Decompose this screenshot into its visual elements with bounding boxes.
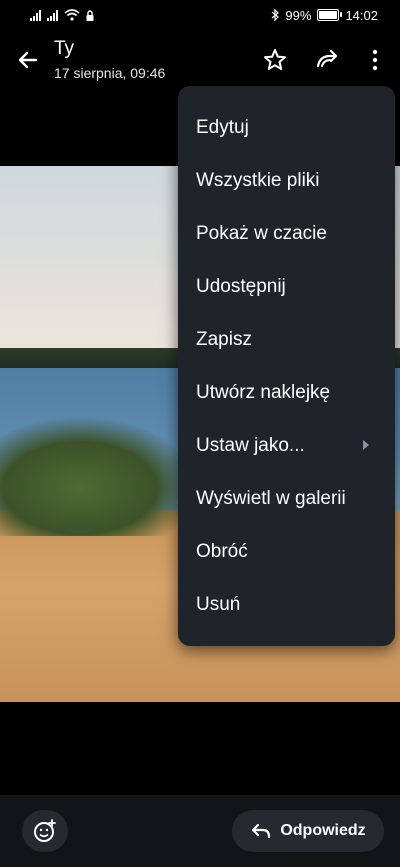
menu-item-show-in-chat[interactable]: Pokaż w czacie xyxy=(178,207,395,260)
status-time: 14:02 xyxy=(345,7,378,23)
chat-title: Ty xyxy=(54,38,75,59)
menu-item-create-sticker[interactable]: Utwórz naklejkę xyxy=(178,366,395,419)
arrow-left-icon[interactable] xyxy=(14,46,42,74)
menu-item-rotate[interactable]: Obróć xyxy=(178,525,395,578)
status-bar: 99% 14:02 xyxy=(0,0,400,30)
menu-item-set-as[interactable]: Ustaw jako... xyxy=(178,419,395,472)
menu-item-save[interactable]: Zapisz xyxy=(178,313,395,366)
chevron-right-icon xyxy=(363,440,369,450)
status-right: 99% 14:02 xyxy=(271,8,378,23)
add-sticker-icon xyxy=(34,819,56,842)
menu-item-edit[interactable]: Edytuj xyxy=(178,101,395,154)
more-vertical-icon[interactable] xyxy=(361,46,389,74)
top-bar: Ty 17 sierpnia, 09:46 xyxy=(0,30,400,90)
add-sticker-button[interactable] xyxy=(22,810,68,852)
menu-item-view-in-gallery[interactable]: Wyświetl w galerii xyxy=(178,472,395,525)
status-left xyxy=(30,9,94,21)
menu-item-delete[interactable]: Usuń xyxy=(178,578,395,631)
bottom-bar: Odpowiedz xyxy=(0,795,400,867)
wifi-icon xyxy=(64,9,80,21)
message-date: 17 sierpnia, 09:46 xyxy=(54,65,166,81)
reply-icon xyxy=(252,823,271,839)
menu-item-all-files[interactable]: Wszystkie pliki xyxy=(178,154,395,207)
photo-shrub xyxy=(0,416,200,536)
lock-icon xyxy=(86,9,94,21)
signal-icon-2 xyxy=(47,9,58,21)
reply-button[interactable]: Odpowiedz xyxy=(232,810,384,852)
menu-item-share[interactable]: Udostępnij xyxy=(178,260,395,313)
star-icon[interactable] xyxy=(261,46,289,74)
reply-label: Odpowiedz xyxy=(280,822,366,839)
menu-item-set-as-label: Ustaw jako... xyxy=(196,434,305,456)
forward-icon[interactable] xyxy=(314,46,342,74)
battery-percent: 99% xyxy=(285,7,312,23)
bluetooth-icon xyxy=(272,9,280,21)
context-menu: Edytuj Wszystkie pliki Pokaż w czacie Ud… xyxy=(178,86,395,646)
signal-icon xyxy=(30,9,41,21)
battery-icon xyxy=(317,9,343,21)
